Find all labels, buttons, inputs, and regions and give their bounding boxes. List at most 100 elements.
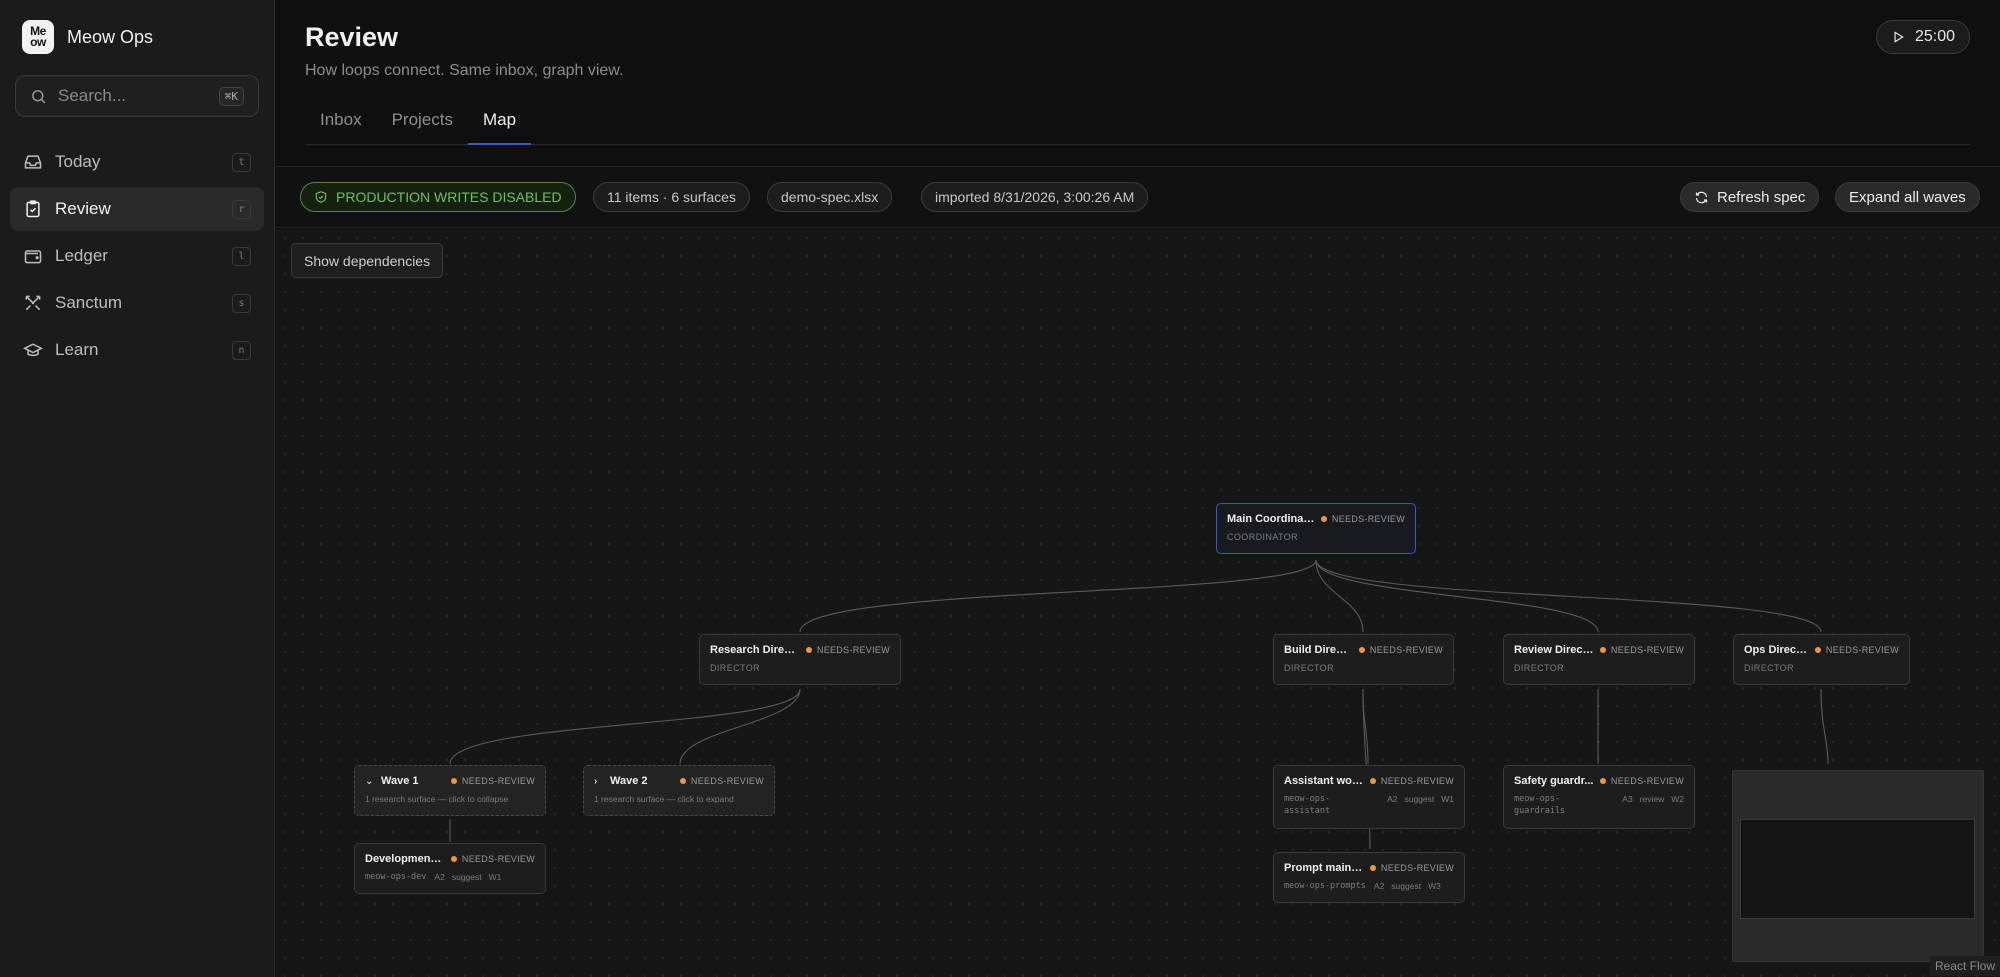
autonomy-tag: A2: [1373, 881, 1385, 891]
node-wave-1[interactable]: ⌄ Wave 1 NEEDS-REVIEW 1 research surface …: [354, 765, 546, 816]
sidebar-item-review[interactable]: Review r: [10, 187, 264, 231]
status-badge: NEEDS-REVIEW: [1814, 645, 1899, 655]
status-badge: NEEDS-REVIEW: [1599, 776, 1684, 786]
clipboard-check-icon: [26, 200, 40, 218]
status-dot-icon: [1320, 516, 1327, 522]
node-title: Research Director: [710, 644, 800, 656]
mode-tag: suggest: [1391, 881, 1422, 891]
autonomy-tag: A3: [1622, 794, 1633, 804]
node-prompt-maintenance[interactable]: Prompt maint... NEEDS-REVIEW meow-ops-pr…: [1273, 852, 1465, 903]
minimap-viewport[interactable]: [1740, 819, 1975, 919]
status-text: NEEDS-REVIEW: [1610, 645, 1684, 655]
brand[interactable]: Me ow Meow Ops: [22, 20, 153, 54]
status-text: NEEDS-REVIEW: [1825, 645, 1899, 655]
surface-id: meow-ops- guardrails: [1514, 794, 1566, 816]
sidebar-item-learn[interactable]: Learn n: [10, 328, 264, 372]
status-badge: NEEDS-REVIEW: [1599, 645, 1684, 655]
wave-tag: W2: [1671, 794, 1684, 804]
status-badge: NEEDS-REVIEW: [679, 776, 764, 786]
refresh-spec-button[interactable]: Refresh spec: [1680, 182, 1820, 212]
page-title: Review: [305, 22, 399, 52]
surface-id: meow-ops-dev: [365, 872, 427, 882]
status-badge: NEEDS-REVIEW: [450, 776, 535, 786]
sidebar-item-label: Learn: [55, 340, 99, 359]
node-role: DIRECTOR: [1744, 663, 1795, 673]
status-text: NEEDS-REVIEW: [461, 776, 535, 786]
sidebar-item-label: Ledger: [55, 246, 108, 265]
search-shortcut: ⌘K: [218, 86, 244, 106]
node-ops-director[interactable]: Ops Director NEEDS-REVIEW DIRECTOR: [1733, 634, 1910, 685]
tab-projects[interactable]: Projects: [377, 100, 468, 145]
status-text: NEEDS-REVIEW: [816, 645, 890, 655]
surface-id: meow-ops- assistant: [1284, 794, 1331, 816]
sidebar-item-label: Today: [55, 152, 101, 171]
node-tags: A2 suggest W1: [1387, 793, 1454, 805]
edge-main-build: [1315, 559, 1364, 633]
shortcut-key: n: [232, 340, 251, 360]
search-box[interactable]: Search... ⌘K: [15, 75, 259, 117]
chevron-right-icon: ›: [594, 776, 598, 787]
sidebar-item-label: Sanctum: [55, 293, 123, 312]
search-input[interactable]: Search...: [58, 86, 219, 106]
node-safety-guardrails[interactable]: Safety guardr... NEEDS-REVIEW meow-ops- …: [1503, 765, 1695, 829]
tab-inbox[interactable]: Inbox: [305, 100, 377, 145]
node-main-coordinator[interactable]: Main Coordinator NEEDS-REVIEW COORDINATO…: [1216, 503, 1416, 554]
node-wave-2[interactable]: › Wave 2 NEEDS-REVIEW 1 research surface …: [583, 765, 775, 816]
sidebar-item-ledger[interactable]: Ledger l: [10, 234, 264, 278]
status-badge: NEEDS-REVIEW: [1369, 863, 1454, 873]
node-role: DIRECTOR: [1284, 663, 1335, 673]
node-title: Development ...: [365, 853, 445, 865]
mode-tag: suggest: [451, 872, 482, 882]
sidebar-nav: Today t Review r Ledger l Sanctum s Lear…: [10, 140, 264, 375]
expand-all-waves-button[interactable]: Expand all waves: [1835, 182, 1980, 212]
node-title: Build Director: [1284, 644, 1353, 656]
shortcut-key: l: [232, 246, 251, 266]
surface-id: meow-ops-prompts: [1284, 881, 1366, 891]
edge-research-wave2: [679, 688, 801, 765]
node-title: Ops Director: [1744, 644, 1809, 656]
wave-hint: 1 research surface — click to collapse: [365, 794, 509, 804]
edge-ops-hidden: [1820, 688, 1829, 765]
meow-logo: Me ow: [22, 20, 54, 54]
node-title: Review Director: [1514, 644, 1594, 656]
sidebar-item-today[interactable]: Today t: [10, 140, 264, 184]
node-role: DIRECTOR: [710, 663, 761, 673]
react-flow-attribution[interactable]: React Flow: [1929, 956, 2000, 976]
shortcut-key: r: [232, 199, 251, 219]
sidebar-item-sanctum[interactable]: Sanctum s: [10, 281, 264, 325]
node-research-director[interactable]: Research Director NEEDS-REVIEW DIRECTOR: [699, 634, 901, 685]
wallet-icon: [24, 250, 42, 264]
app-window: Me ow Meow Ops Search... ⌘K Today t Revie…: [0, 0, 2000, 977]
wave-title: Wave 1: [381, 775, 419, 787]
status-dot-icon: [1599, 647, 1606, 653]
status-dot-icon: [1814, 647, 1821, 653]
view-tabs: Inbox Projects Map: [305, 100, 1970, 145]
node-review-director[interactable]: Review Director NEEDS-REVIEW DIRECTOR: [1503, 634, 1695, 685]
status-badge: NEEDS-REVIEW: [1369, 776, 1454, 786]
node-title: Safety guardr...: [1514, 775, 1594, 787]
focus-timer-button[interactable]: 25:00: [1875, 20, 1970, 54]
node-title: › Wave 2: [594, 775, 674, 787]
node-title: Main Coordinator: [1227, 513, 1315, 525]
node-assistant[interactable]: Assistant wor... NEEDS-REVIEW meow-ops- …: [1273, 765, 1465, 829]
shield-check-icon: [315, 191, 327, 203]
status-dot-icon: [1369, 865, 1376, 871]
shortcut-key: t: [232, 152, 251, 172]
status-dot-icon: [1358, 647, 1365, 653]
status-text: NEEDS-REVIEW: [1331, 514, 1405, 524]
sidebar-item-label: Review: [55, 199, 111, 218]
status-text: NEEDS-REVIEW: [1610, 776, 1684, 786]
minimap[interactable]: [1732, 770, 1984, 962]
autonomy-tag: A2: [1387, 794, 1398, 804]
graduation-cap-icon: [23, 343, 43, 357]
production-status-text: PRODUCTION WRITES DISABLED: [336, 189, 562, 205]
tab-map[interactable]: Map: [468, 100, 532, 145]
node-development[interactable]: Development ... NEEDS-REVIEW meow-ops-de…: [354, 843, 546, 894]
page-subtitle: How loops connect. Same inbox, graph vie…: [305, 62, 624, 79]
refresh-icon: [1695, 191, 1708, 203]
status-dot-icon: [805, 647, 812, 653]
wave-title: Wave 2: [610, 775, 648, 787]
status-badge: NEEDS-REVIEW: [1320, 514, 1405, 524]
dependency-map-canvas[interactable]: Show dependencies Main Coordinator NEEDS…: [276, 229, 2000, 977]
node-build-director[interactable]: Build Director NEEDS-REVIEW DIRECTOR: [1273, 634, 1454, 685]
